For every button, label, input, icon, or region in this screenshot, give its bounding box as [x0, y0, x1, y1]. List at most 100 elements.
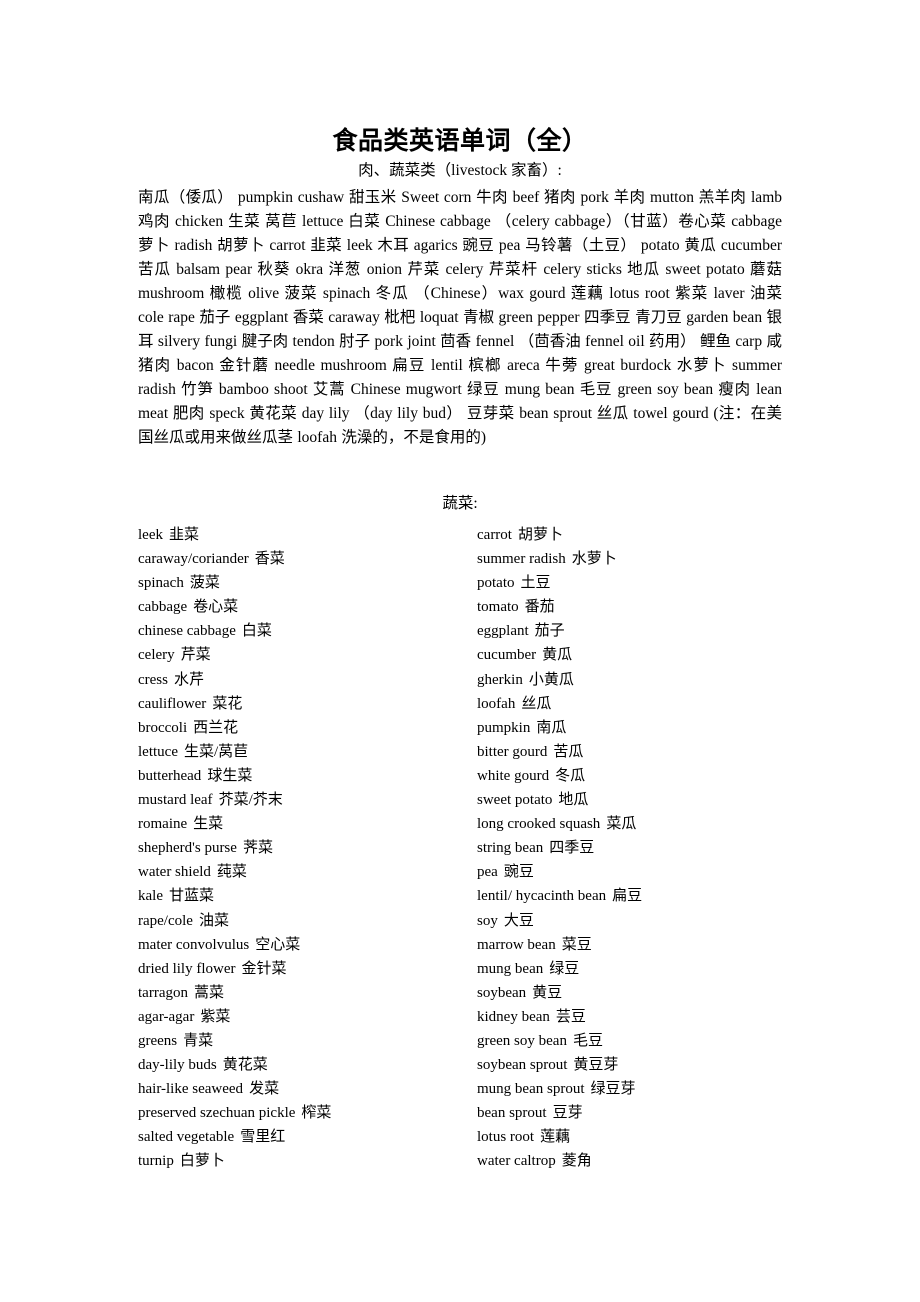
vegetable-chinese-name: 榨菜 — [301, 1105, 332, 1122]
list-item: sweet potato 地瓜 — [477, 788, 818, 812]
vegetable-english-name: cucumber — [477, 647, 537, 664]
vegetable-chinese-name: 紫菜 — [200, 1008, 231, 1025]
vegetable-chinese-name: 南瓜 — [536, 719, 567, 736]
vegetable-english-name: day-lily buds — [138, 1057, 217, 1074]
vegetable-english-name: dried lily flower — [138, 960, 236, 977]
list-item: summer radish 水萝卜 — [477, 547, 818, 571]
vegetable-chinese-name: 水萝卜 — [571, 551, 617, 568]
vegetable-english-name: rape/cole — [138, 912, 193, 929]
vegetable-english-name: soybean sprout — [477, 1057, 568, 1074]
vegetable-english-name: butterhead — [138, 767, 202, 784]
list-item: celery 芹菜 — [138, 643, 477, 667]
vegetable-english-name: shepherd's purse — [138, 840, 237, 857]
list-item: string bean 四季豆 — [477, 836, 818, 860]
vegetable-english-name: cabbage — [138, 599, 188, 616]
list-item: green soy bean 毛豆 — [477, 1029, 818, 1053]
list-item: spinach 菠菜 — [138, 571, 477, 595]
vegetable-chinese-name: 四季豆 — [549, 840, 595, 857]
list-item: soy 大豆 — [477, 909, 818, 933]
list-item: lettuce 生菜/莴苣 — [138, 740, 477, 764]
list-item: long crooked squash 菜瓜 — [477, 812, 818, 836]
vegetable-chinese-name: 地瓜 — [558, 792, 589, 809]
vegetable-chinese-name: 青菜 — [183, 1032, 214, 1049]
list-item: bitter gourd 苦瓜 — [477, 740, 818, 764]
vegetable-english-name: celery — [138, 647, 175, 664]
vegetable-english-name: greens — [138, 1032, 178, 1049]
list-item: preserved szechuan pickle 榨菜 — [138, 1101, 477, 1125]
list-item: water caltrop 菱角 — [477, 1149, 818, 1173]
vegetable-english-name: pumpkin — [477, 719, 531, 736]
vegetable-chinese-name: 茄子 — [534, 623, 565, 640]
vegetable-english-name: gherkin — [477, 671, 523, 688]
list-item: chinese cabbage 白菜 — [138, 619, 477, 643]
list-item: dried lily flower 金针菜 — [138, 957, 477, 981]
list-item: water shield 莼菜 — [138, 860, 477, 884]
list-item: broccoli 西兰花 — [138, 716, 477, 740]
vegetable-chinese-name: 菜花 — [212, 695, 243, 712]
list-item: agar-agar 紫菜 — [138, 1005, 477, 1029]
vegetable-english-name: bean sprout — [477, 1105, 547, 1122]
list-item: eggplant 茄子 — [477, 619, 818, 643]
vegetable-chinese-name: 卷心菜 — [193, 599, 239, 616]
vegetable-english-name: leek — [138, 527, 163, 543]
vegetable-english-name: cress — [138, 671, 168, 688]
vegetable-chinese-name: 绿豆芽 — [590, 1081, 636, 1098]
vegetable-chinese-name: 韭菜 — [168, 527, 199, 543]
vegetable-english-name: lotus root — [477, 1129, 535, 1146]
vegetable-chinese-name: 芸豆 — [555, 1008, 586, 1025]
list-item: white gourd 冬瓜 — [477, 764, 818, 788]
vegetable-english-name: broccoli — [138, 719, 188, 736]
list-item: cabbage 卷心菜 — [138, 595, 477, 619]
list-item: butterhead 球生菜 — [138, 764, 477, 788]
list-item: turnip 白萝卜 — [138, 1149, 477, 1173]
vegetable-chinese-name: 菠菜 — [189, 575, 220, 592]
list-item: bean sprout 豆芽 — [477, 1101, 818, 1125]
vocabulary-paragraph: 南瓜（倭瓜） pumpkin cushaw 甜玉米 Sweet corn 牛肉 … — [138, 189, 782, 446]
list-item: cauliflower 菜花 — [138, 692, 477, 716]
vegetable-english-name: mustard leaf — [138, 792, 213, 809]
vegetable-english-name: summer radish — [477, 551, 566, 568]
vegetable-chinese-name: 生菜/莴苣 — [183, 743, 249, 760]
vegetable-chinese-name: 莼菜 — [216, 864, 247, 881]
vegetable-chinese-name: 雪里红 — [240, 1129, 286, 1146]
vegetable-english-name: mung bean — [477, 960, 544, 977]
vegetable-chinese-name: 油菜 — [198, 912, 229, 929]
list-item: lotus root 莲藕 — [477, 1125, 818, 1149]
vegetable-chinese-name: 莲藕 — [540, 1129, 571, 1146]
vegetable-chinese-name: 芹菜 — [180, 647, 211, 664]
list-item: marrow bean 菜豆 — [477, 933, 818, 957]
vegetable-english-name: mung bean sprout — [477, 1081, 585, 1098]
list-item: potato 土豆 — [477, 571, 818, 595]
vegetable-english-name: lettuce — [138, 743, 178, 760]
vegetable-chinese-name: 苦瓜 — [553, 743, 584, 760]
list-item: carrot 胡萝卜 — [477, 523, 818, 547]
vegetable-chinese-name: 豆芽 — [552, 1105, 583, 1122]
document-page: 食品类英语单词（全） 肉、蔬菜类（livestock 家畜）: 南瓜（倭瓜） p… — [0, 0, 920, 1302]
vegetable-chinese-name: 球生菜 — [207, 767, 253, 784]
vegetable-english-name: turnip — [138, 1153, 174, 1170]
vegetable-chinese-name: 西兰花 — [193, 719, 239, 736]
list-item: pumpkin 南瓜 — [477, 716, 818, 740]
vegetable-chinese-name: 绿豆 — [549, 960, 580, 977]
vegetable-chinese-name: 生菜 — [193, 816, 224, 833]
list-item: day-lily buds 黄花菜 — [138, 1053, 477, 1077]
list-item: kidney bean 芸豆 — [477, 1005, 818, 1029]
vegetable-chinese-name: 扁豆 — [612, 888, 643, 905]
list-item: tarragon 蒿菜 — [138, 981, 477, 1005]
list-item: tomato 番茄 — [477, 595, 818, 619]
list-item: mung bean sprout 绿豆芽 — [477, 1077, 818, 1101]
vegetable-chinese-name: 白萝卜 — [179, 1153, 225, 1170]
vegetable-english-name: kale — [138, 888, 163, 905]
vegetable-chinese-name: 小黄瓜 — [528, 671, 574, 688]
vegetable-chinese-name: 毛豆 — [572, 1032, 603, 1049]
vegetable-chinese-name: 黄花菜 — [222, 1057, 268, 1074]
vegetable-english-name: eggplant — [477, 623, 529, 640]
vegetable-english-name: soy — [477, 912, 498, 929]
list-item: salted vegetable 雪里红 — [138, 1125, 477, 1149]
list-item: greens 青菜 — [138, 1029, 477, 1053]
vegetable-chinese-name: 黄豆 — [532, 984, 563, 1001]
list-item: mustard leaf 芥菜/芥末 — [138, 788, 477, 812]
vegetable-english-name: salted vegetable — [138, 1129, 235, 1146]
vegetable-chinese-name: 大豆 — [503, 912, 534, 929]
vegetable-chinese-name: 菜豆 — [561, 936, 592, 953]
